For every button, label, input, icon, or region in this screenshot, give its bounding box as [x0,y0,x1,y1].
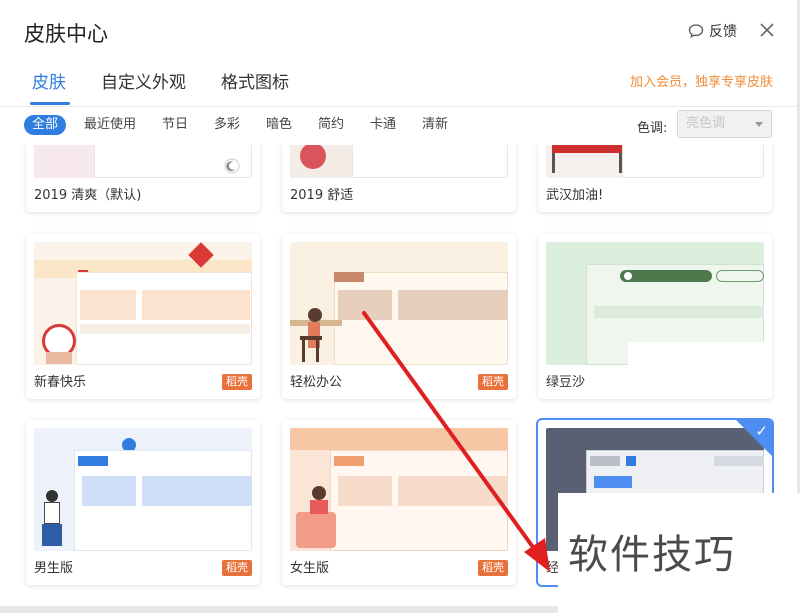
docer-badge: 稻壳 [222,560,252,576]
vip-link[interactable]: 加入会员，独享专享皮肤 [630,71,773,90]
tone-select[interactable]: 亮色调 [677,110,772,138]
filter-chip-simple[interactable]: 简约 [318,115,344,135]
skin-card-mung-bean[interactable]: 绿豆沙 [538,234,772,399]
skin-name: 武汉加油! [546,188,604,203]
tab-format-icons[interactable]: 格式图标 [221,68,289,93]
skin-thumbnail [34,428,252,551]
filter-bar: 全部 最近使用 节日 多彩 暗色 简约 卡通 清新 色调: 亮色调 [0,107,797,145]
skin-card-easy-office[interactable]: 轻松办公 稻壳 [282,234,516,399]
chevron-down-icon [755,122,763,127]
feedback-button[interactable]: 反馈 [688,21,737,41]
skin-name: 轻松办公 [290,375,343,390]
skin-card-default[interactable]: 2019 清爽（默认) [26,145,260,212]
skin-card-spring-festival[interactable]: 新春快乐 稻壳 [26,234,260,399]
close-icon[interactable] [757,20,777,40]
docer-badge: 稻壳 [478,560,508,576]
filter-chip-colorful[interactable]: 多彩 [214,115,240,135]
skin-name: 2019 清爽（默认) [34,188,142,203]
active-tab-indicator [30,102,70,105]
skin-thumbnail [34,242,252,365]
watermark-text: 软件技巧 [568,532,736,578]
tab-skin[interactable]: 皮肤 [32,68,66,93]
tab-custom-appearance[interactable]: 自定义外观 [101,68,186,93]
skin-thumbnail [290,242,508,365]
skin-thumbnail [290,145,508,178]
filter-chip-cartoon[interactable]: 卡通 [370,115,396,135]
filter-chip-recent[interactable]: 最近使用 [84,115,136,135]
skin-name: 男生版 [34,561,74,576]
skin-thumbnail [34,145,252,178]
skin-card-girls[interactable]: 女生版 稻壳 [282,420,516,585]
skin-thumbnail [290,428,508,551]
skin-name: 新春快乐 [34,375,87,390]
skin-name: 女生版 [290,561,330,576]
skin-card-wuhan[interactable]: 武汉加油! [538,145,772,212]
filter-chip-holiday[interactable]: 节日 [162,115,188,135]
tone-label: 色调: [637,121,668,136]
dialog-title: 皮肤中心 [24,22,108,46]
chat-bubble-icon [688,24,704,39]
moon-icon [224,158,240,174]
check-icon: ✓ [755,422,768,440]
skin-name: 绿豆沙 [546,375,586,390]
filter-chip-fresh[interactable]: 清新 [422,115,448,135]
docer-badge: 稻壳 [222,374,252,390]
filter-chip-all[interactable]: 全部 [24,115,67,135]
feedback-label: 反馈 [709,24,737,40]
skin-thumbnail [546,242,764,365]
docer-badge: 稻壳 [478,374,508,390]
skin-name: 2019 舒适 [290,188,354,203]
skin-card-comfort[interactable]: 2019 舒适 [282,145,516,212]
skin-card-boys[interactable]: 男生版 稻壳 [26,420,260,585]
tab-bar: 皮肤 自定义外观 格式图标 加入会员，独享专享皮肤 [0,66,797,107]
tone-select-value: 亮色调 [686,116,726,131]
skin-thumbnail [546,145,764,178]
filter-chip-dark[interactable]: 暗色 [266,115,292,135]
